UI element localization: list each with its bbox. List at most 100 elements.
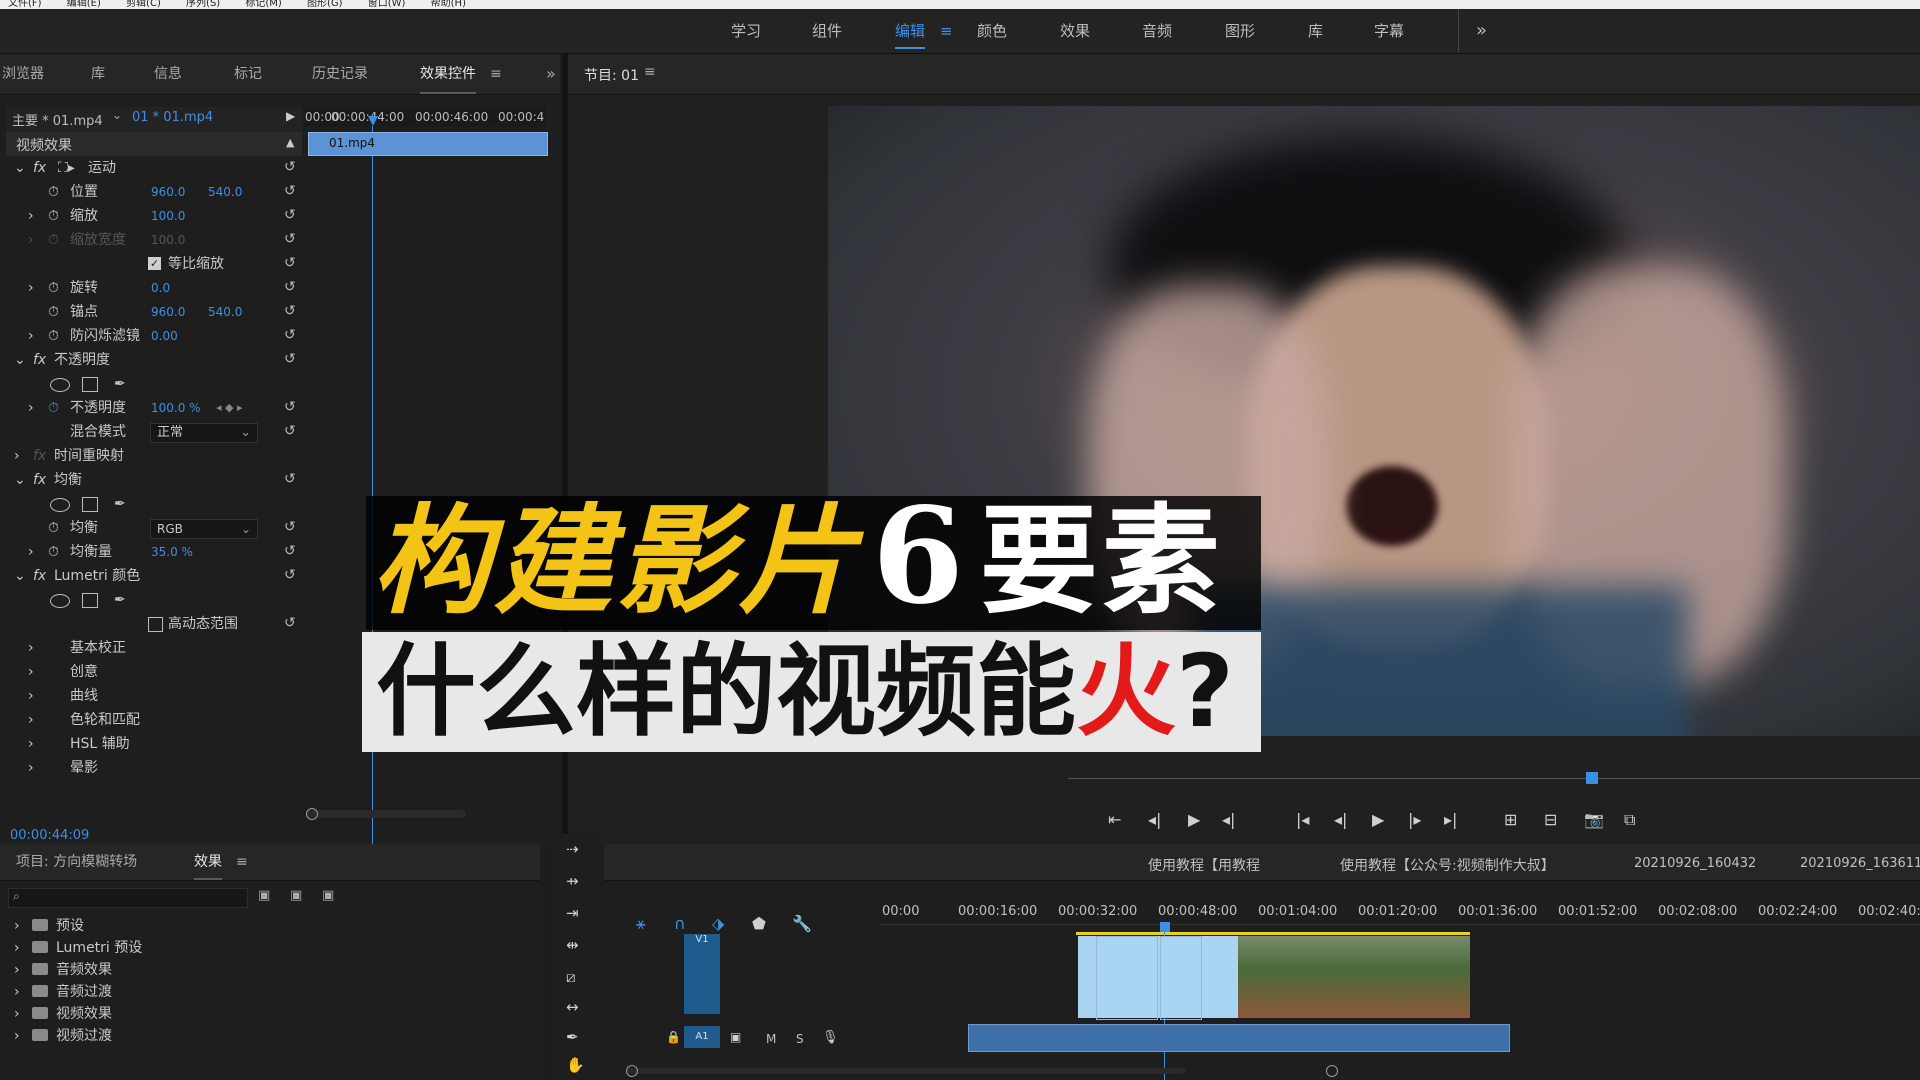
stopwatch-icon[interactable]: ⏱ (48, 204, 59, 228)
lumetri-item[interactable]: › 基本校正 (6, 636, 306, 660)
list-item[interactable]: › 视频过渡 (8, 1024, 308, 1048)
chevron-down-icon[interactable]: ⌄ (14, 348, 26, 372)
step-back-icon[interactable]: ◂| (1334, 810, 1347, 829)
hand-tool-icon[interactable]: ✋ (566, 1056, 585, 1074)
ec-zoom-handle[interactable] (306, 808, 318, 820)
fx-icon[interactable]: fx (33, 348, 46, 372)
track-output-icon[interactable]: ▣ (730, 1030, 741, 1044)
reset-icon[interactable]: ↺ (284, 471, 300, 487)
chevron-right-icon[interactable]: › (28, 756, 34, 780)
marker-icon[interactable]: ⬟ (752, 914, 766, 933)
track-a1-target[interactable]: A1 (684, 1026, 720, 1048)
workspace-tab-editing[interactable]: 编辑 (895, 9, 926, 53)
timeline-scroll-handle[interactable] (1326, 1065, 1338, 1077)
lumetri-item[interactable]: › HSL 辅助 (6, 732, 306, 756)
stopwatch-icon[interactable]: ⏱ (48, 540, 59, 564)
hdr-checkbox[interactable] (148, 617, 163, 632)
chevron-right-icon[interactable]: › (14, 1002, 20, 1026)
workspace-tab-effects[interactable]: 效果 (1060, 9, 1090, 53)
reset-icon[interactable]: ↺ (284, 399, 300, 415)
go-to-in-icon[interactable]: |◂ (1296, 810, 1309, 829)
reset-icon[interactable]: ↺ (284, 207, 300, 223)
left-panel-overflow-button[interactable]: » (546, 54, 556, 94)
scale-value[interactable]: 100.0 (151, 204, 185, 228)
ripple-edit-tool-icon[interactable]: ⇥ (566, 904, 579, 922)
workspace-tab-learn[interactable]: 学习 (731, 9, 761, 53)
chevron-down-icon[interactable]: ⌄ (14, 564, 26, 588)
tab-markers[interactable]: 标记 (234, 54, 262, 94)
step-back-marker-icon[interactable]: ◂| (1148, 810, 1161, 829)
panel-menu-icon[interactable]: ≡ (644, 64, 656, 80)
timeline-tab-sequence[interactable]: 使用教程【公众号:视频制作大叔】 (1340, 855, 1555, 875)
stopwatch-icon[interactable]: ⏱ (48, 396, 59, 420)
menu-file[interactable]: 文件(F) (8, 0, 42, 9)
32bit-effects-icon[interactable]: ▣ (290, 888, 302, 903)
reset-icon[interactable]: ↺ (284, 303, 300, 319)
reset-icon[interactable]: ↺ (284, 423, 300, 439)
reset-icon[interactable]: ↺ (284, 159, 300, 175)
export-frame-icon[interactable]: 📷 (1584, 810, 1604, 829)
video-clip[interactable] (1078, 936, 1238, 1020)
workspace-tab-assembly[interactable]: 组件 (812, 9, 842, 53)
menu-window[interactable]: 窗口(W) (368, 0, 406, 9)
add-marker-icon[interactable]: ⬗ (712, 914, 724, 933)
chevron-right-icon[interactable]: › (28, 684, 34, 708)
reset-icon[interactable]: ↺ (284, 567, 300, 583)
yuv-effects-icon[interactable]: ▣ (322, 888, 334, 903)
ec-clip-bar[interactable]: 01.mp4 (308, 132, 548, 156)
reset-icon[interactable]: ↺ (284, 327, 300, 343)
tab-libraries[interactable]: 库 (91, 54, 105, 94)
ec-zoom-scrollbar[interactable] (306, 810, 466, 818)
lumetri-item[interactable]: › 曲线 (6, 684, 306, 708)
reset-icon[interactable]: ↺ (284, 615, 300, 631)
reset-icon[interactable]: ↺ (284, 183, 300, 199)
audio-clip[interactable] (968, 1024, 1510, 1052)
fx-icon[interactable]: fx (33, 156, 46, 180)
sequence-clip-label[interactable]: 01 * 01.mp4 (132, 110, 213, 125)
timeline-scroll-handle[interactable] (626, 1065, 638, 1077)
list-item[interactable]: › 音频效果 (8, 958, 308, 982)
lumetri-item[interactable]: › 创意 (6, 660, 306, 684)
menu-clip[interactable]: 剪辑(C) (126, 0, 161, 9)
work-area-bar[interactable] (1076, 932, 1470, 935)
chevron-right-icon[interactable]: › (28, 660, 34, 684)
motion-effect-row[interactable]: ⌄ fx ⛶▸ 运动 ↺ (6, 156, 306, 180)
chevron-right-icon[interactable]: › (28, 708, 34, 732)
go-to-out-icon[interactable]: ▸| (1444, 810, 1457, 829)
chevron-right-icon[interactable]: › (28, 396, 34, 420)
flicker-value[interactable]: 0.00 (151, 324, 178, 348)
chevron-right-icon[interactable]: › (14, 936, 20, 960)
chevron-right-icon[interactable]: › (14, 958, 20, 982)
reset-icon[interactable]: ↺ (284, 279, 300, 295)
effects-search-input[interactable]: ⌕ (8, 888, 248, 908)
ellipse-mask-icon[interactable] (50, 594, 70, 608)
menu-sequence[interactable]: 序列(S) (186, 0, 220, 9)
fx-icon[interactable]: fx (33, 468, 46, 492)
chevron-right-icon[interactable]: › (14, 444, 20, 468)
play-stop-icon[interactable]: ▶ (1372, 810, 1384, 829)
chevron-right-icon[interactable]: › (28, 204, 34, 228)
track-select-tool-icon[interactable]: ⇸ (566, 872, 579, 890)
chevron-right-icon[interactable]: › (28, 732, 34, 756)
pen-mask-icon[interactable]: ✒ (114, 588, 126, 612)
fx-icon[interactable]: fx (33, 564, 46, 588)
program-monitor-title[interactable]: 节目: 01 (584, 65, 639, 85)
tab-project[interactable]: 项目: 方向模糊转场 (16, 844, 137, 880)
rectangle-mask-icon[interactable] (82, 593, 98, 608)
chevron-right-icon[interactable]: › (14, 914, 20, 938)
mark-out-icon[interactable]: ◂| (1222, 810, 1235, 829)
list-item[interactable]: › 预设 (8, 914, 308, 938)
menu-markers[interactable]: 标记(M) (245, 0, 281, 9)
linked-selection-icon[interactable]: ∩ (674, 914, 686, 933)
keyframe-nav-icon[interactable]: ◂ ◆ ▸ (216, 396, 243, 420)
menu-graphics[interactable]: 图形(G) (307, 0, 343, 9)
timeline-ruler[interactable]: 00:00 00:00:16:00 00:00:32:00 00:00:48:0… (880, 900, 1920, 925)
workspace-tab-graphics[interactable]: 图形 (1225, 9, 1255, 53)
monitor-playhead-icon[interactable] (1586, 772, 1598, 784)
lift-icon[interactable]: ⊞ (1504, 810, 1517, 829)
snap-icon[interactable]: ⚹ (636, 914, 646, 934)
chevron-right-icon[interactable]: › (28, 636, 34, 660)
rectangle-mask-icon[interactable] (82, 497, 98, 512)
track-v1-target[interactable]: V1 (684, 934, 720, 1014)
chevron-right-icon[interactable]: › (28, 276, 34, 300)
